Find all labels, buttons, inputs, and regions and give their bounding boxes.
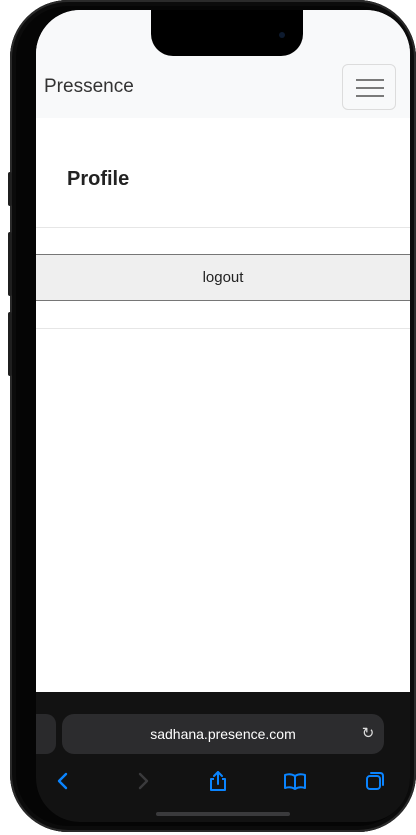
divider	[36, 227, 410, 228]
phone-side-button	[8, 232, 12, 296]
url-text: sadhana.presence.com	[150, 726, 296, 742]
menu-toggle-button[interactable]	[342, 64, 396, 110]
bookmarks-icon	[284, 773, 306, 790]
brand-link[interactable]: Pressence	[44, 76, 134, 98]
tabs-icon	[366, 772, 384, 790]
safari-toolbar: sadhana.presence.com ↻	[36, 692, 410, 822]
phone-screen: Pressence Profile logout sadhana.presenc…	[36, 10, 410, 822]
forward-arrow-icon	[138, 772, 149, 790]
logout-button[interactable]: logout	[36, 254, 410, 301]
share-button[interactable]	[203, 766, 233, 796]
bookmarks-button[interactable]	[280, 766, 310, 796]
phone-notch	[151, 10, 303, 56]
reload-icon[interactable]: ↻	[358, 724, 378, 744]
phone-body: Pressence Profile logout sadhana.presenc…	[8, 0, 416, 832]
page-title: Profile	[67, 168, 130, 190]
share-icon	[210, 771, 226, 791]
divider	[36, 328, 410, 329]
previous-tab-preview[interactable]	[36, 714, 56, 754]
screenshot-frame: Pressence Profile logout sadhana.presenc…	[0, 0, 416, 835]
forward-button[interactable]	[128, 766, 158, 796]
web-page: Pressence Profile logout	[36, 10, 410, 692]
back-arrow-icon	[57, 772, 68, 790]
camera-icon	[279, 32, 285, 38]
phone-side-button	[8, 172, 12, 206]
tabs-button[interactable]	[360, 766, 390, 796]
phone-side-button	[8, 312, 12, 376]
home-indicator	[156, 812, 290, 816]
address-bar[interactable]: sadhana.presence.com ↻	[62, 714, 384, 754]
back-button[interactable]	[48, 766, 78, 796]
